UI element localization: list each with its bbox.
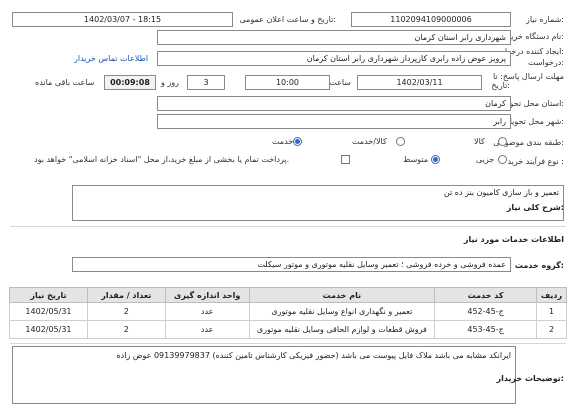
purchase-radio-partial[interactable] [498, 155, 507, 164]
deadline-date-label: تاریخ: [491, 81, 510, 90]
announce-datetime-label: تاریخ و ساعت اعلان عمومی: [239, 15, 336, 24]
category-option-service: خدمت [272, 137, 294, 146]
cell-service-name: فروش قطعات و لوازم الحاقی وسایل نقلیه مو… [248, 320, 436, 339]
remaining-label: ساعت باقی مانده [35, 78, 95, 87]
buyer-notes-text: ایرانکد مشابه می باشد ملاک فایل پیوست می… [116, 351, 511, 360]
cell-service-code: ج-45-453 [434, 320, 537, 339]
category-option-goods: کالا [474, 137, 485, 146]
days-label: روز و [161, 78, 179, 87]
deadline-time-field: 10:00 [245, 75, 330, 90]
category-radio-service[interactable] [293, 137, 302, 146]
city-label: شهر محل تحویل: [506, 117, 564, 126]
buyer-notes-box: ایرانکد مشابه می باشد ملاک فایل پیوست می… [12, 346, 516, 404]
need-summary-box: تعمیر و باز سازی کامیون بنز ده تن [72, 185, 564, 221]
days-field: 3 [187, 75, 225, 90]
need-summary-label: شرح کلی نیاز: [506, 203, 564, 212]
treasury-checkbox[interactable] [341, 155, 350, 164]
announce-datetime-field: 1402/03/07 - 18:15 [12, 12, 233, 27]
province-field: کرمان [157, 96, 511, 111]
purchase-type-label: نوع فرآیند خرید : [507, 157, 564, 166]
city-field: رابر [157, 114, 511, 129]
category-radio-goods[interactable] [498, 137, 507, 146]
deadline-date-field: 1402/03/11 [357, 75, 482, 90]
table-row: 1402/05/31 2 عدد فروش قطعات و لوازم الحا… [9, 320, 568, 339]
col-need-date: تاریخ نیاز [9, 287, 88, 303]
buyer-contact-link[interactable]: اطلاعات تماس خریدار [74, 54, 148, 63]
cell-unit: عدد [164, 302, 250, 321]
category-radio-goods-service[interactable] [396, 137, 405, 146]
divider-1 [10, 226, 566, 227]
col-service-name: نام خدمت [248, 287, 436, 303]
cell-need-date: 1402/05/31 [9, 320, 88, 339]
deadline-label: مهلت ارسال پاسخ: تا [492, 72, 564, 81]
cell-need-date: 1402/05/31 [9, 302, 88, 321]
need-number-field: 1102094109000006 [351, 12, 511, 27]
buyer-notes-label: توضیحات خریدار: [496, 374, 564, 383]
deadline-time-label: ساعت [329, 78, 351, 87]
buyer-org-field: شهرداری رابر استان کرمان [157, 30, 511, 45]
col-service-code: کد خدمت [434, 287, 537, 303]
services-table: تاریخ نیاز تعداد / مقدار واحد اندازه گیر… [9, 287, 568, 339]
service-group-field: عمده فروشی و خرده فروشی ؛ تعمیر وسایل نق… [72, 257, 511, 272]
col-unit: واحد اندازه گیری [164, 287, 250, 303]
purchase-option-partial: جزیی [476, 155, 495, 164]
col-quantity: تعداد / مقدار [86, 287, 166, 303]
cell-unit: عدد [164, 320, 250, 339]
need-number-label: شماره نیاز: [525, 15, 564, 24]
requester-field: پرویز عوض زاده رابری کارپرداز شهرداری را… [157, 51, 511, 66]
category-option-goods-service: کالا/خدمت [352, 137, 387, 146]
table-header-row: تاریخ نیاز تعداد / مقدار واحد اندازه گیر… [9, 287, 568, 303]
cell-service-code: ج-45-452 [434, 302, 537, 321]
cell-row-number: 1 [535, 302, 568, 321]
requester-label-2: درخواست: [528, 58, 564, 67]
purchase-radio-medium[interactable] [431, 155, 440, 164]
need-summary-text: تعمیر و باز سازی کامیون بنز ده تن [443, 188, 559, 197]
treasury-note: پرداخت تمام یا بخشی از مبلغ خرید،از محل … [34, 155, 290, 164]
divider-2 [10, 343, 566, 344]
cell-quantity: 2 [86, 302, 166, 321]
service-group-label: گروه خدمت: [514, 261, 564, 270]
purchase-option-medium: متوسط [403, 155, 429, 164]
table-row: 1402/05/31 2 عدد تعمیر و نگهداری انواع و… [9, 302, 568, 321]
services-title: اطلاعات خدمات مورد نیاز [463, 235, 564, 244]
col-row-number: ردیف [535, 287, 568, 303]
cell-row-number: 2 [535, 320, 568, 339]
cell-quantity: 2 [86, 320, 166, 339]
remaining-timer: 00:09:08 [104, 75, 156, 90]
cell-service-name: تعمیر و نگهداری انواع وسایل نقلیه موتوری [248, 302, 436, 321]
